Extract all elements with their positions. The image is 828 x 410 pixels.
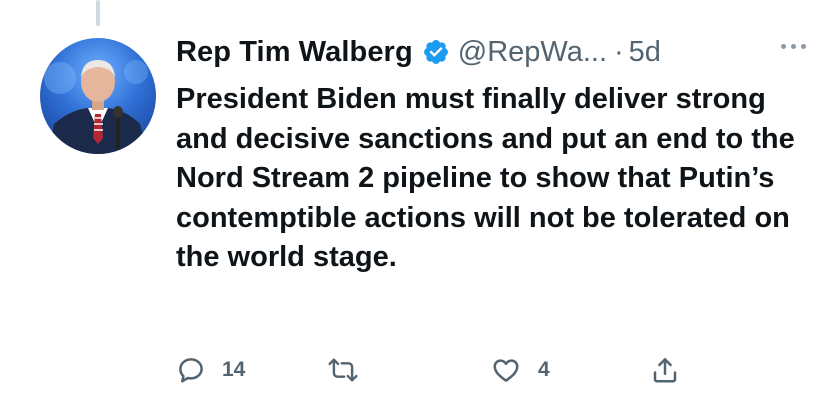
- like-icon: [490, 355, 522, 385]
- like-count: 4: [538, 358, 550, 381]
- header-separator: ·: [614, 35, 624, 68]
- share-button[interactable]: [650, 352, 680, 388]
- share-icon: [650, 354, 680, 386]
- tweet-action-bar: 14 4: [176, 352, 696, 388]
- reply-count: 14: [222, 358, 246, 381]
- more-options-icon[interactable]: [781, 44, 806, 49]
- retweet-button[interactable]: [326, 352, 376, 388]
- tweet-text: President Biden must finally deliver str…: [176, 83, 795, 273]
- author-handle[interactable]: @RepWa...: [458, 36, 607, 69]
- avatar[interactable]: [40, 38, 156, 154]
- tweet-header: Rep Tim Walberg @RepWa... · 5d: [176, 30, 808, 74]
- tweet-timestamp[interactable]: 5d: [629, 36, 661, 69]
- reply-button[interactable]: 14: [176, 352, 245, 388]
- avatar-photo: [44, 60, 148, 154]
- thread-connector-line: [96, 0, 100, 26]
- verified-badge-icon: [422, 38, 450, 66]
- reply-icon: [176, 355, 206, 385]
- retweet-icon: [326, 355, 360, 385]
- author-name[interactable]: Rep Tim Walberg: [176, 36, 413, 69]
- like-button[interactable]: 4: [490, 352, 550, 388]
